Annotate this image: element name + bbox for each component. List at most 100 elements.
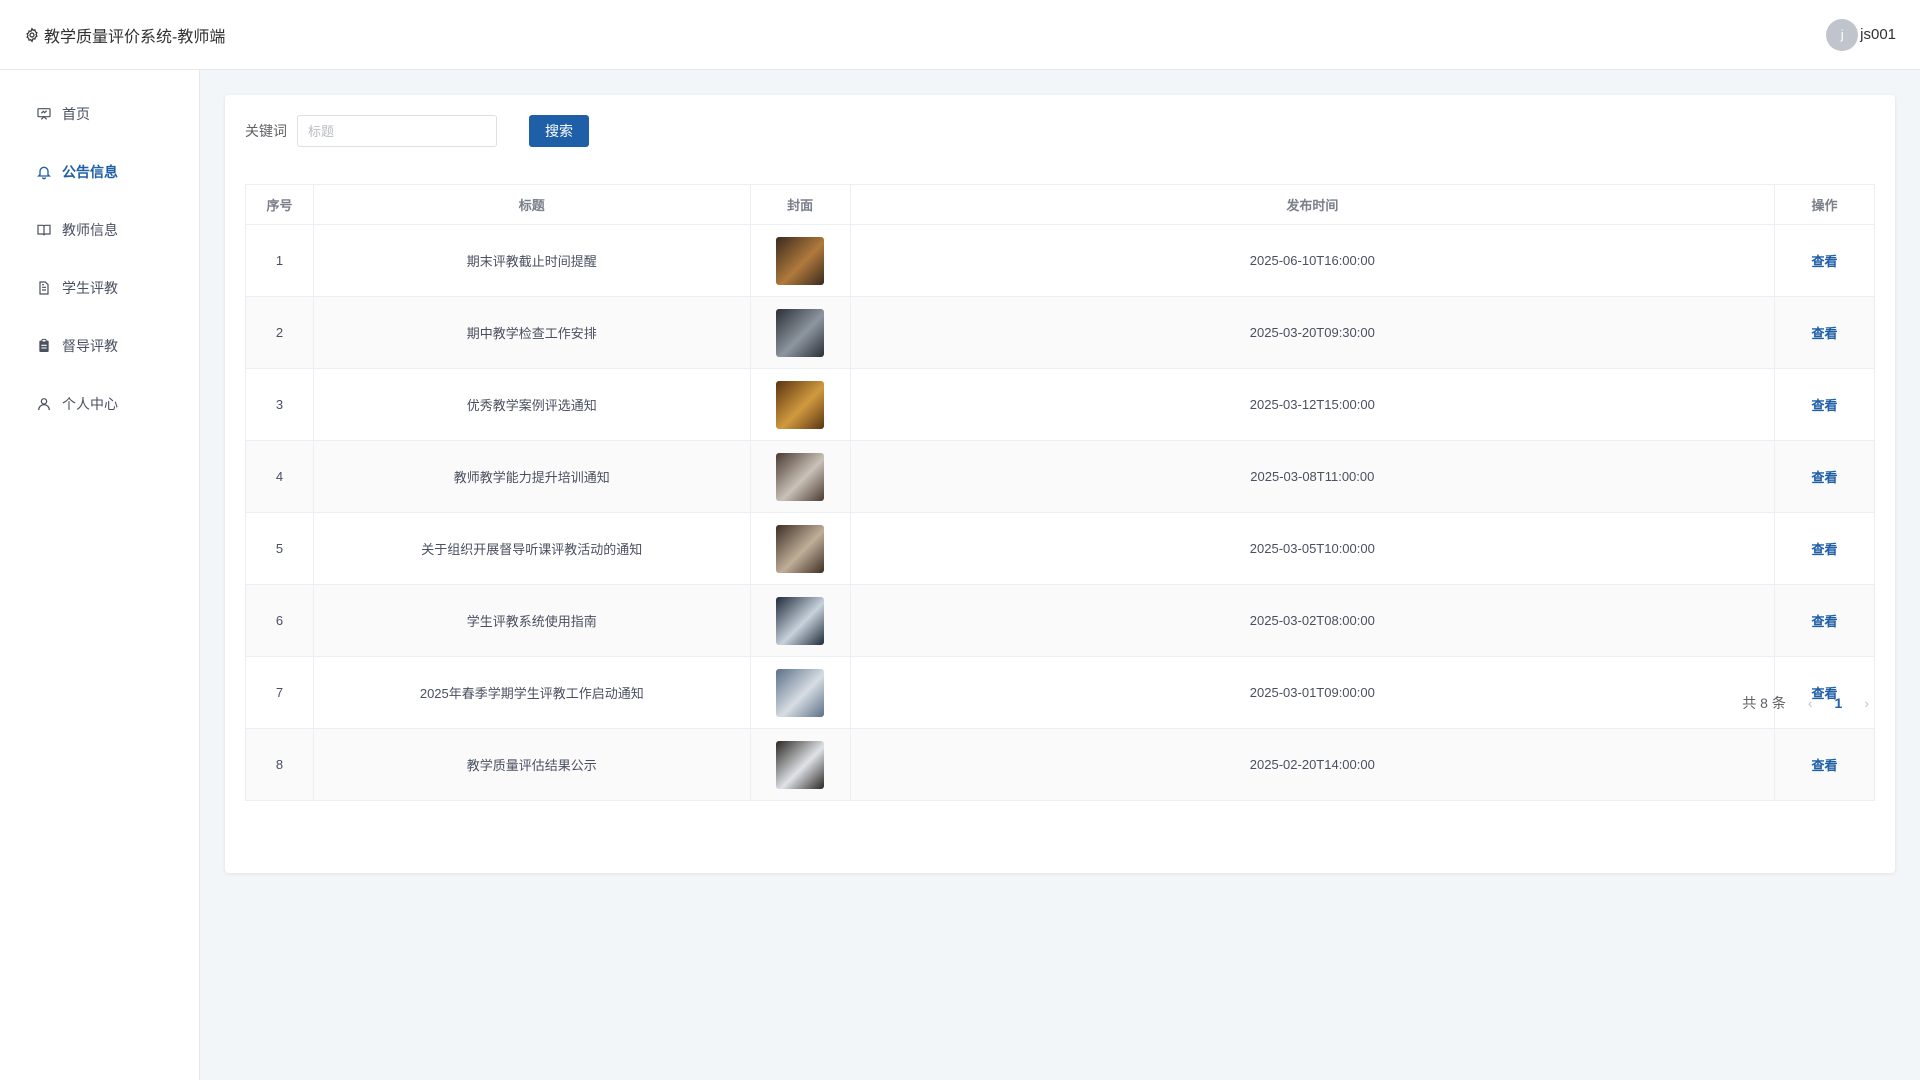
sidebar-item-supervisor-evaluation[interactable]: 督导评教 [0, 317, 199, 375]
table-row: 8 教学质量评估结果公示 2025-02-20T14:00:00 查看 [245, 728, 1875, 801]
sidebar-item-home[interactable]: 首页 [0, 85, 199, 143]
announcement-panel: 关键词 搜索 序号 标题 封面 发布时间 操作 1期末评教截止时间提醒2025-… [225, 95, 1895, 873]
row-cover-cell [749, 728, 851, 801]
row-actions: 查看 [1774, 440, 1875, 513]
sidebar-item-label: 首页 [62, 106, 90, 122]
chevron-right-icon[interactable]: › [1864, 695, 1869, 711]
table-row: 4 教师教学能力提升培训通知 2025-03-08T11:00:00 查看 [245, 440, 1875, 513]
column-header-cover: 封面 [749, 184, 851, 225]
row-publish-time: 2025-03-08T11:00:00 [849, 440, 1776, 513]
view-link[interactable]: 查看 [1812, 542, 1838, 557]
cover-image [776, 524, 825, 573]
row-cover-cell [749, 368, 851, 441]
bell-icon [37, 166, 51, 180]
row-cover-cell [749, 296, 851, 369]
table-row: 2 期中教学检查工作安排 2025-03-20T09:30:00 查看 [245, 296, 1875, 369]
view-link[interactable]: 查看 [1812, 614, 1838, 629]
row-index: 1 [245, 224, 314, 297]
row-cover-cell [749, 656, 851, 729]
sidebar-item-label: 督导评教 [62, 338, 118, 354]
cover-image [776, 596, 825, 645]
view-link[interactable]: 查看 [1812, 398, 1838, 413]
table-body: 1 期末评教截止时间提醒 2025-06-10T16:00:00 查看 2 期中教学检查工… [245, 224, 1875, 801]
row-actions: 查看 [1774, 224, 1875, 297]
search-bar: 关键词 搜索 [245, 115, 1875, 147]
user-menu[interactable]: j js001 [1826, 18, 1896, 51]
row-cover-cell [749, 584, 851, 657]
sidebar-item-label: 学生评教 [62, 280, 118, 296]
sidebar-item-label: 个人中心 [62, 396, 118, 412]
row-title: 学生评教系统使用指南 [312, 584, 751, 657]
row-actions: 查看 [1774, 512, 1875, 585]
row-publish-time: 2025-02-20T14:00:00 [849, 728, 1776, 801]
search-label: 关键词 [245, 123, 287, 139]
row-publish-time: 2025-03-12T15:00:00 [849, 368, 1776, 441]
row-publish-time: 2025-03-20T09:30:00 [849, 296, 1776, 369]
sidebar-item-announcements[interactable]: 公告信息 [0, 143, 199, 201]
cover-image [776, 452, 825, 501]
table-row: 6 学生评教系统使用指南 2025-03-02T08:00:00 查看 [245, 584, 1875, 657]
row-title: 关于组织开展督导听课评教活动的通知 [312, 512, 751, 585]
column-header-publish-time: 发布时间 [849, 184, 1776, 225]
chevron-left-icon[interactable]: ‹ [1808, 695, 1813, 711]
top-header: 教学质量评价系统-教师端 j js001 [0, 0, 1920, 70]
table-row: 5 关于组织开展督导听课评教活动的通知 2025-03-05T10:00:00 查看 [245, 512, 1875, 585]
page-number[interactable]: 1 [1835, 695, 1843, 711]
book-icon [37, 224, 51, 236]
app-title: 教学质量评价系统-教师端 [44, 28, 226, 46]
gear-icon [26, 26, 38, 43]
sidebar-item-label: 公告信息 [62, 164, 118, 180]
column-header-actions: 操作 [1774, 184, 1875, 225]
table-row: 1 期末评教截止时间提醒 2025-06-10T16:00:00 查看 [245, 224, 1875, 297]
row-publish-time: 2025-06-10T16:00:00 [849, 224, 1776, 297]
presentation-icon [37, 108, 51, 120]
search-button[interactable]: 搜索 [529, 115, 589, 147]
clipboard-icon [39, 338, 49, 352]
row-actions: 查看 [1774, 584, 1875, 657]
table-row: 3 优秀教学案例评选通知 2025-03-12T15:00:00 查看 [245, 368, 1875, 441]
row-index: 3 [245, 368, 314, 441]
row-cover-cell [749, 440, 851, 513]
row-publish-time: 2025-03-02T08:00:00 [849, 584, 1776, 657]
row-index: 2 [245, 296, 314, 369]
cover-image [776, 380, 825, 429]
row-index: 4 [245, 440, 314, 513]
pagination: 共 8 条 ‹ 1 › [1742, 693, 1869, 713]
username[interactable]: js001 [1860, 26, 1896, 43]
row-index: 8 [245, 728, 314, 801]
pagination-total: 共 8 条 [1742, 695, 1786, 711]
view-link[interactable]: 查看 [1812, 254, 1838, 269]
row-title: 期中教学检查工作安排 [312, 296, 751, 369]
row-title: 教师教学能力提升培训通知 [312, 440, 751, 513]
sidebar-item-label: 教师信息 [62, 222, 118, 238]
row-actions: 查看 [1774, 368, 1875, 441]
cover-image [776, 668, 825, 717]
announcement-table: 序号 标题 封面 发布时间 操作 1 期末评教截止时间提醒 2025-06-10T1… [245, 184, 1875, 801]
view-link[interactable]: 查看 [1812, 758, 1838, 773]
row-index: 6 [245, 584, 314, 657]
view-link[interactable]: 查看 [1812, 470, 1838, 485]
row-index: 5 [245, 512, 314, 585]
user-icon [38, 398, 50, 411]
view-link[interactable]: 查看 [1812, 326, 1838, 341]
row-publish-time: 2025-03-01T09:00:00 [849, 656, 1776, 729]
sidebar-item-teacher-info[interactable]: 教师信息 [0, 201, 199, 259]
row-title: 优秀教学案例评选通知 [312, 368, 751, 441]
sidebar-item-student-evaluation[interactable]: 学生评教 [0, 259, 199, 317]
row-index: 7 [245, 656, 314, 729]
table-header-row: 序号 标题 封面 发布时间 操作 [245, 184, 1875, 225]
search-input[interactable] [297, 115, 497, 147]
column-header-title: 标题 [312, 184, 751, 225]
row-actions: 查看 [1774, 728, 1875, 801]
column-header-index: 序号 [245, 184, 314, 225]
row-title: 期末评教截止时间提醒 [312, 224, 751, 297]
avatar[interactable]: j [1826, 18, 1859, 51]
row-publish-time: 2025-03-05T10:00:00 [849, 512, 1776, 585]
sidebar-item-personal-center[interactable]: 个人中心 [0, 375, 199, 433]
row-actions: 查看 [1774, 296, 1875, 369]
app-brand: 教学质量评价系统-教师端 [24, 23, 225, 47]
row-cover-cell [749, 512, 851, 585]
sidebar: 首页 公告信息 教师信息 学生评教 督导评教 个人中心 [0, 70, 200, 1080]
cover-image [776, 236, 825, 285]
document-icon [39, 281, 49, 295]
